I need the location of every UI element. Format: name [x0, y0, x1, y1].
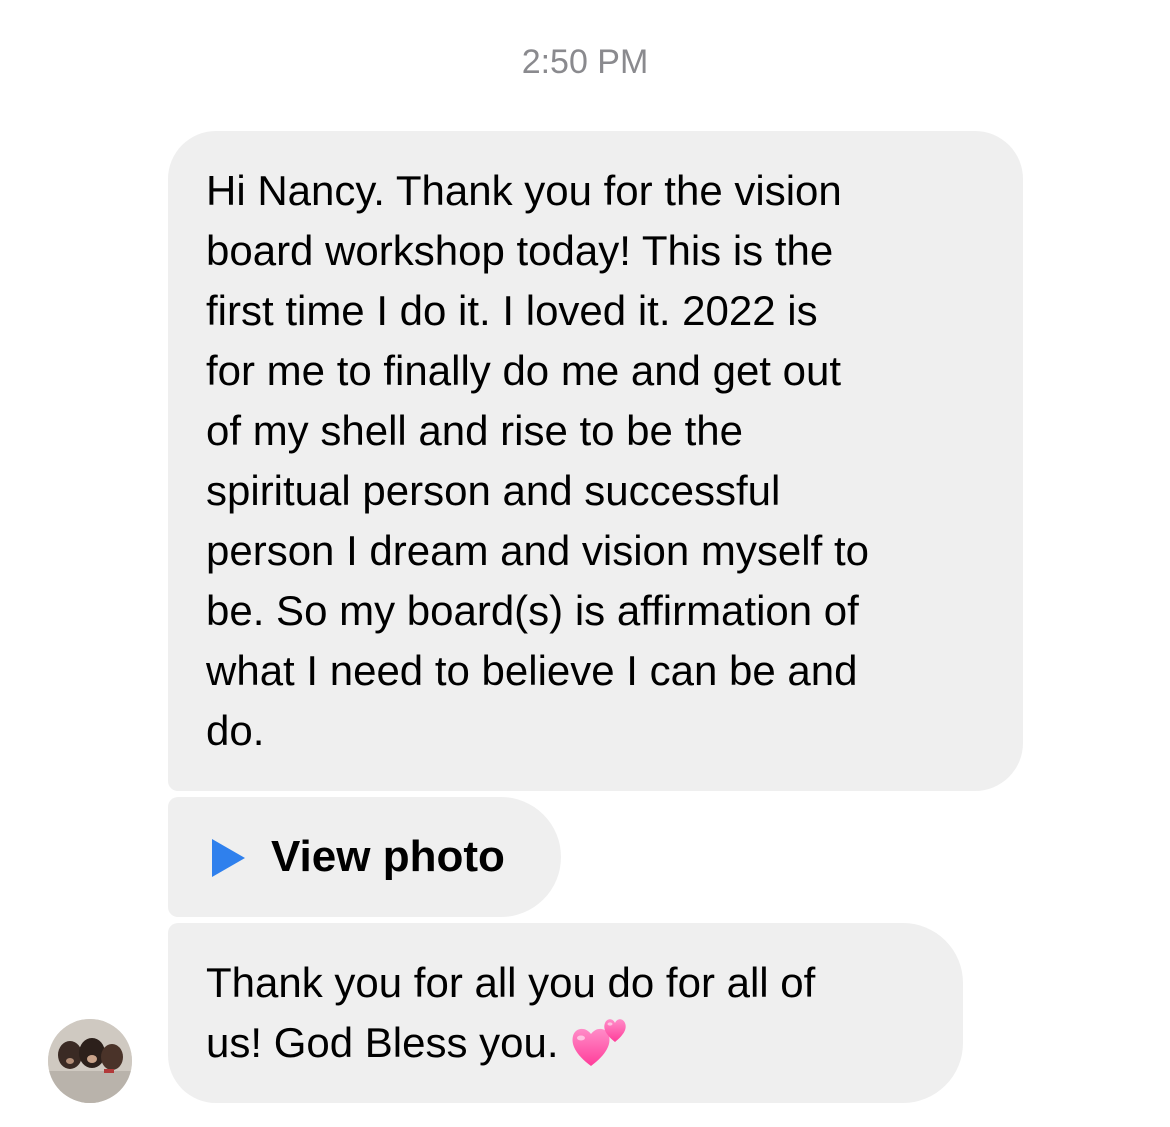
message-text-line: for me to finally do me and get out [206, 347, 842, 394]
message-text-line: Thank you for all you do for all of [206, 959, 816, 1006]
message-bubble[interactable]: Thank you for all you do for all of us! … [168, 923, 963, 1103]
message-text-line: spiritual person and successful [206, 467, 781, 514]
message-text-line: us! God Bless you. [206, 1019, 559, 1066]
message-text-line: be. So my board(s) is affirmation of [206, 587, 859, 634]
message-text-line: what I need to believe I can be and [206, 647, 858, 694]
message-text-line: person I dream and vision myself to [206, 527, 869, 574]
message-text-line-with-emoji: us! God Bless you. [206, 1013, 927, 1074]
message-text-line: of my shell and rise to be the [206, 407, 743, 454]
message-timestamp: 2:50 PM [521, 43, 649, 81]
view-photo-button[interactable]: View photo [168, 797, 561, 917]
message-text-line: board workshop today! This is the [206, 227, 834, 274]
view-photo-label: View photo [271, 832, 505, 881]
message-text-line: Hi Nancy. Thank you for the vision [206, 167, 842, 214]
play-icon [212, 839, 245, 877]
message-text-line: do. [206, 707, 265, 754]
message-text-line: first time I do it. I loved it. 2022 is [206, 287, 818, 334]
avatar-photo [48, 1019, 132, 1103]
avatar[interactable] [48, 1019, 132, 1103]
two-hearts-icon [572, 1019, 626, 1066]
message-bubble[interactable]: Hi Nancy. Thank you for the vision board… [168, 131, 1023, 791]
